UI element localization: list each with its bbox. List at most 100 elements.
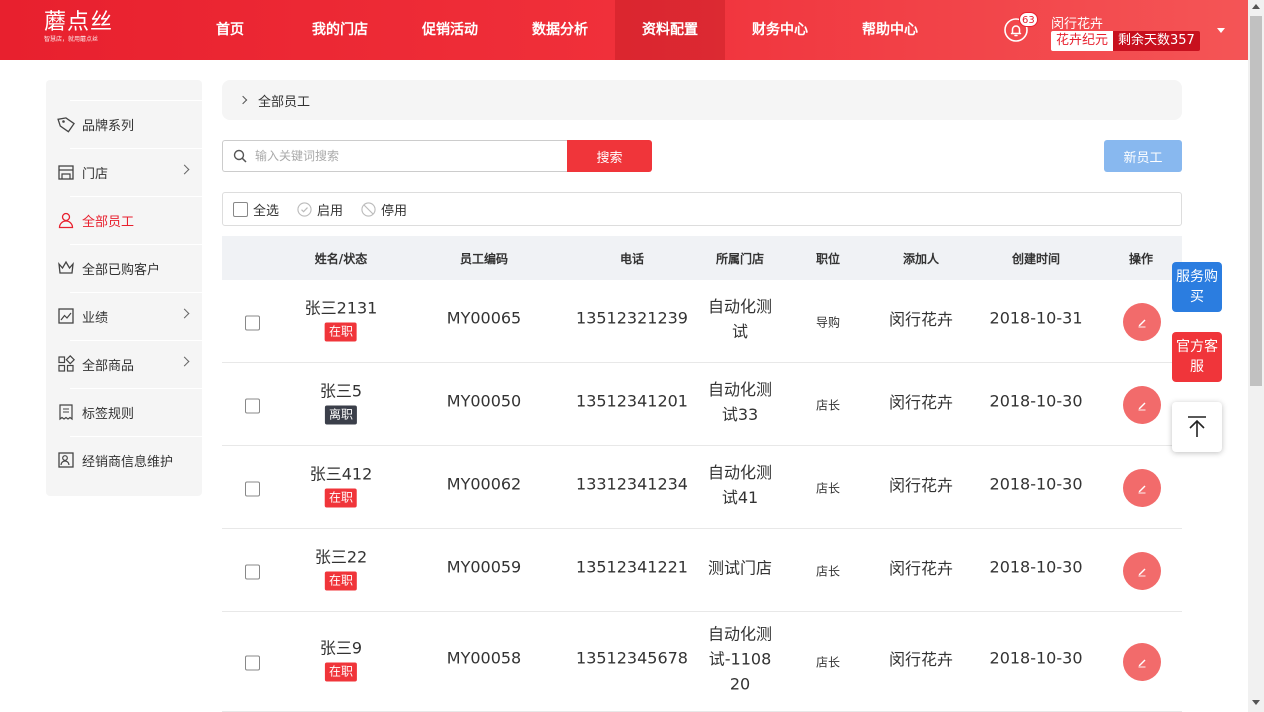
row-checkbox[interactable] — [245, 564, 260, 579]
store-name: 自动化测试41 — [707, 462, 772, 507]
status-badge: 在职 — [324, 488, 358, 507]
edit-button[interactable] — [1123, 551, 1161, 590]
employee-name[interactable]: 张三2131 — [305, 294, 378, 318]
column-header: 操作 — [1128, 252, 1154, 266]
pencil-icon — [1138, 402, 1146, 410]
scroll-down-arrow-icon[interactable] — [1252, 700, 1260, 705]
chevron-right-icon — [179, 164, 190, 175]
position: 店长 — [815, 398, 841, 412]
employee-code: MY00050 — [446, 391, 522, 410]
sidebar-item[interactable]: 经销商信息维护 — [46, 436, 202, 484]
back-to-top-button[interactable] — [1172, 402, 1222, 452]
nav-item[interactable]: 我的门店 — [285, 0, 395, 60]
sidebar-item-label: 经销商信息维护 — [82, 454, 174, 470]
breadcrumb-current[interactable]: 全部员工 — [258, 91, 310, 110]
creator: 闵行花卉 — [888, 650, 954, 669]
enable-action[interactable]: 启用 — [297, 200, 343, 219]
edit-button[interactable] — [1123, 302, 1161, 341]
disable-action[interactable]: 停用 — [361, 200, 407, 219]
table-row: 张三9 在职 MY00058 13512345678 自动化测试-110820 店长 闵行花… — [222, 612, 1182, 712]
store-name: 自动化测试 — [707, 296, 772, 341]
row-checkbox[interactable] — [245, 315, 260, 330]
created-date: 2018-10-30 — [989, 474, 1083, 493]
table-header: 姓名/状态 员工编码 电话 所属门店 职位 添加人 创建时间 操作 — [222, 236, 1182, 280]
search-input[interactable] — [255, 149, 555, 163]
edit-button[interactable] — [1123, 643, 1161, 681]
nav-item[interactable]: 促销活动 — [395, 0, 505, 60]
nav-item[interactable]: 帮助中心 — [835, 0, 945, 60]
table-row: 张三412 在职 MY00062 13312341234 自动化测试41 店长 闵行花卉 20… — [222, 446, 1182, 529]
position: 导购 — [815, 315, 841, 329]
created-date: 2018-10-30 — [989, 391, 1083, 410]
scrollbar-thumb[interactable] — [1250, 16, 1262, 386]
row-checkbox[interactable] — [245, 398, 260, 413]
store-icon — [58, 165, 74, 180]
column-header: 创建时间 — [1011, 252, 1061, 266]
sidebar-item[interactable]: 业绩 — [46, 292, 202, 340]
scroll-up-arrow-icon[interactable] — [1252, 4, 1260, 9]
column-header: 添加人 — [902, 252, 940, 266]
sidebar: 品牌系列 门店 全部员工 全部已购客户 业绩 全部商品 标签规则经销商信息维护 — [46, 80, 202, 496]
select-all-checkbox[interactable] — [233, 201, 248, 217]
breadcrumb: 全部员工 — [222, 80, 1182, 120]
days-left-tag: 剩余天数357 — [1113, 31, 1200, 51]
select-all-filter[interactable]: 全选 — [233, 200, 279, 219]
customer-service-button[interactable]: 官方客服 — [1172, 332, 1222, 382]
sidebar-item[interactable]: 全部商品 — [46, 340, 202, 388]
column-header: 员工编码 — [459, 252, 509, 266]
sidebar-item[interactable]: 标签规则 — [46, 388, 202, 436]
top-nav-bar: 蘑点丝 智慧店，就用蘑点丝 首页 我的门店 促销活动 数据分析 资料配置 财务中心 帮助中心… — [0, 0, 1248, 60]
user-name[interactable]: 闵行花卉 — [1051, 13, 1103, 32]
brand-logo[interactable]: 蘑点丝 智慧店，就用蘑点丝 — [44, 10, 114, 50]
row-checkbox[interactable] — [245, 655, 260, 671]
phone-number: 13512345678 — [576, 648, 688, 668]
select-all-label: 全选 — [253, 203, 280, 219]
sidebar-item[interactable]: 全部员工 — [46, 196, 202, 244]
employee-code: MY00062 — [446, 474, 522, 493]
row-checkbox[interactable] — [245, 481, 260, 496]
notification-count-badge: 63 — [1019, 12, 1038, 27]
employee-code: MY00058 — [446, 648, 522, 668]
pencil-icon — [1138, 568, 1146, 576]
pencil-icon — [1138, 319, 1146, 327]
employee-name[interactable]: 张三5 — [320, 377, 362, 401]
nav-item[interactable]: 数据分析 — [505, 0, 615, 60]
logo-text: 蘑点丝 — [44, 10, 114, 35]
nav-item[interactable]: 财务中心 — [725, 0, 835, 60]
employee-name[interactable]: 张三9 — [320, 635, 362, 659]
chevron-right-icon — [238, 95, 248, 105]
nav-item[interactable]: 资料配置 — [615, 0, 725, 60]
sidebar-item[interactable]: 全部已购客户 — [46, 244, 202, 292]
table-row: 张三5 离职 MY00050 13512341201 自动化测试33 店长 闵行花卉 2018… — [222, 363, 1182, 446]
status-badge: 在职 — [324, 571, 357, 590]
nav-item[interactable]: 首页 — [175, 0, 285, 60]
ban-circle-icon — [361, 201, 376, 217]
position: 店长 — [815, 564, 841, 578]
edit-button[interactable] — [1123, 468, 1161, 507]
phone-number: 13512341221 — [576, 557, 688, 576]
name-status-cell: 张三2131 在职 — [305, 294, 378, 341]
creator: 闵行花卉 — [888, 392, 954, 412]
pencil-icon — [1138, 659, 1146, 668]
enable-label: 启用 — [317, 203, 344, 219]
sidebar-item[interactable]: 品牌系列 — [46, 100, 202, 148]
phone-number: 13312341234 — [576, 474, 688, 493]
chevron-down-icon[interactable] — [1217, 28, 1225, 33]
sidebar-item[interactable]: 门店 — [46, 148, 202, 196]
created-date: 2018-10-30 — [989, 648, 1083, 668]
store-name: 自动化测试-110820 — [707, 624, 772, 694]
receipt-icon — [59, 404, 73, 421]
service-purchase-button[interactable]: 服务购买 — [1172, 262, 1222, 312]
edit-button[interactable] — [1123, 385, 1161, 424]
status-badge: 在职 — [324, 662, 357, 682]
page-scrollbar[interactable] — [1248, 0, 1264, 712]
name-status-cell: 张三5 离职 — [320, 377, 362, 424]
filter-bar: 全选 启用 停用 — [222, 192, 1182, 226]
employee-name[interactable]: 张三412 — [310, 460, 373, 484]
created-date: 2018-10-30 — [989, 557, 1083, 576]
column-header: 职位 — [815, 252, 841, 266]
new-employee-button[interactable]: 新员工 — [1104, 140, 1182, 172]
search-button[interactable]: 搜索 — [567, 140, 652, 172]
position: 店长 — [815, 655, 841, 670]
employee-name[interactable]: 张三22 — [315, 543, 367, 567]
